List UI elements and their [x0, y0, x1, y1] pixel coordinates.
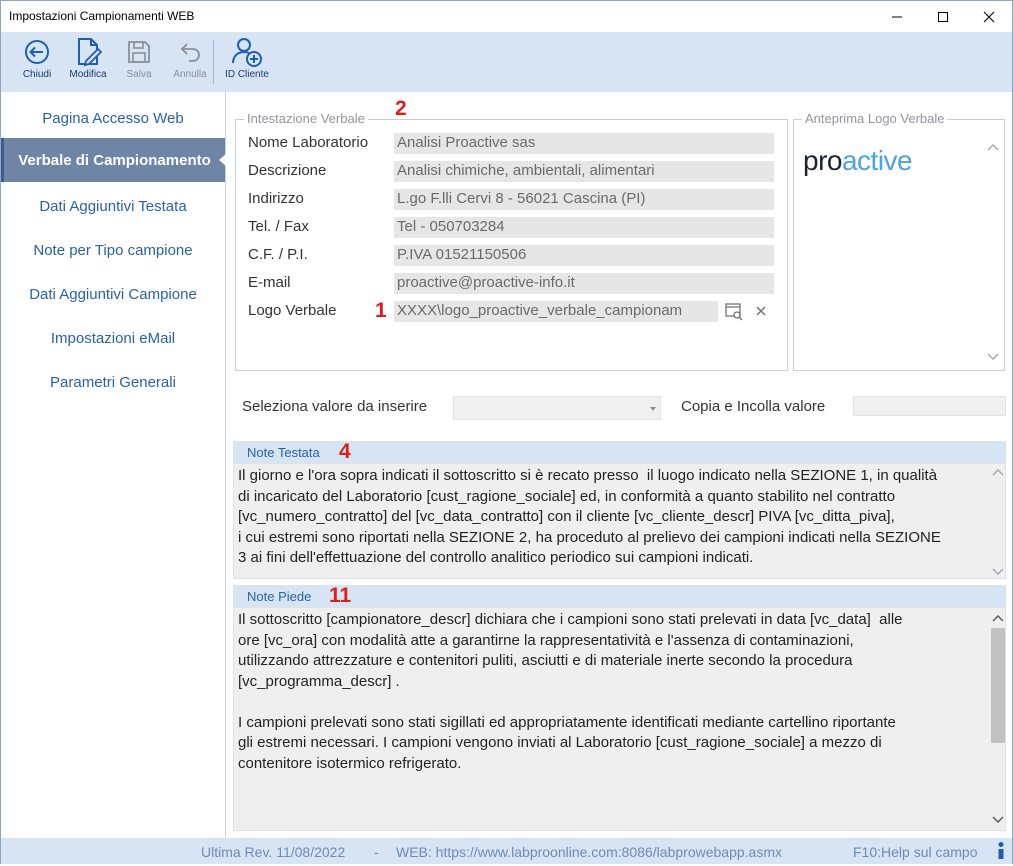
note-testata-textarea[interactable]: Il giorno e l'ora sopra indicati il sott… — [233, 463, 1006, 579]
save-disk-icon — [126, 36, 152, 68]
chiudi-label: Chiudi — [22, 69, 52, 80]
sidebar-item-note-per-tipo-campione[interactable]: Note per Tipo campione — [1, 228, 225, 272]
sidebar-item-label: Pagina Accesso Web — [42, 109, 184, 127]
title-bar: Impostazioni Campionamenti WEB — [1, 1, 1012, 32]
descrizione-label: Descrizione — [248, 162, 327, 179]
undo-arrow-icon — [177, 36, 203, 68]
salva-button[interactable]: Salva — [119, 36, 159, 86]
toolbar-separator — [213, 40, 214, 84]
annotation-badge-1: 1 — [375, 299, 387, 322]
sidebar-item-dati-aggiuntivi-testata[interactable]: Dati Aggiuntivi Testata — [1, 184, 225, 228]
email-label: E-mail — [248, 274, 291, 291]
anteprima-logo-title: Anteprima Logo Verbale — [802, 111, 948, 126]
arrow-left-circle-icon — [23, 36, 51, 68]
minimize-icon — [892, 16, 902, 17]
seleziona-valore-select[interactable] — [453, 396, 661, 420]
minimize-button[interactable] — [874, 1, 920, 32]
scroll-up-icon[interactable] — [992, 614, 1004, 622]
annotation-badge-2: 2 — [395, 97, 407, 120]
scroll-down-icon[interactable] — [987, 353, 999, 361]
descrizione-field[interactable]: Analisi chimiche, ambientali, alimentari — [394, 161, 774, 182]
note-testata-title: Note Testata — [247, 445, 320, 460]
status-bar: Ultima Rev. 11/08/2022 - WEB: https://ww… — [1, 838, 1012, 864]
sidebar-item-dati-aggiuntivi-campione[interactable]: Dati Aggiuntivi Campione — [1, 272, 225, 316]
sidebar-item-label: Verbale di Campionamento — [18, 151, 211, 169]
copia-incolla-label: Copia e Incolla valore — [681, 398, 826, 415]
browse-file-icon[interactable] — [724, 301, 744, 321]
window-title: Impostazioni Campionamenti WEB — [9, 9, 195, 23]
copia-incolla-field[interactable] — [853, 396, 1006, 416]
tel-fax-label: Tel. / Fax — [248, 218, 309, 235]
sidebar-item-label: Note per Tipo campione — [33, 241, 193, 259]
add-user-icon — [231, 36, 263, 68]
tel-fax-field[interactable]: Tel - 050703284 — [394, 217, 774, 238]
indirizzo-label: Indirizzo — [248, 190, 304, 207]
scroll-down-icon[interactable] — [992, 816, 1004, 824]
close-window-button[interactable] — [966, 1, 1012, 32]
maximize-button[interactable] — [920, 1, 966, 32]
salva-label: Salva — [126, 69, 152, 80]
modifica-button[interactable]: Modifica — [63, 36, 113, 86]
scroll-up-icon[interactable] — [987, 143, 999, 151]
sidebar-item-label: Impostazioni eMail — [50, 329, 176, 347]
toolbar: Chiudi Modifica Salva Annulla ID Cliente — [1, 32, 1012, 92]
sidebar-item-pagina-accesso-web[interactable]: Pagina Accesso Web — [1, 96, 225, 140]
sidebar-item-verbale-di-campionamento[interactable]: Verbale di Campionamento — [1, 138, 226, 182]
email-field[interactable]: proactive@proactive-info.it — [394, 273, 774, 294]
note-piede-scrollbar[interactable] — [990, 612, 1006, 826]
info-icon[interactable] — [994, 841, 1008, 861]
active-indicator-icon — [219, 154, 226, 166]
sidebar: Pagina Accesso Web Verbale di Campioname… — [1, 92, 226, 838]
logo-text-dark: pro — [803, 145, 842, 176]
edit-document-icon — [74, 36, 102, 68]
seleziona-valore-label: Seleziona valore da inserire — [242, 398, 428, 415]
nome-laboratorio-field[interactable]: Analisi Proactive sas — [394, 133, 774, 154]
scroll-down-icon[interactable] — [992, 568, 1004, 576]
cf-pi-label: C.F. / P.I. — [248, 246, 308, 263]
web-url-text: WEB: https://www.labproonline.com:8086/l… — [396, 844, 782, 860]
note-piede-title: Note Piede — [247, 589, 312, 604]
indirizzo-field[interactable]: L.go F.lli Cervi 8 - 56021 Cascina (PI) — [394, 189, 774, 210]
note-piede-textarea[interactable]: Il sottoscritto [campionatore_descr] dic… — [233, 607, 1006, 831]
scroll-up-icon[interactable] — [992, 468, 1004, 476]
status-separator: - — [374, 844, 379, 860]
close-icon — [983, 11, 995, 22]
sidebar-item-label: Dati Aggiuntivi Testata — [39, 197, 187, 215]
id-cliente-label: ID Cliente — [225, 69, 269, 80]
cf-pi-field[interactable]: P.IVA 01521150506 — [394, 245, 774, 266]
chiudi-button[interactable]: Chiudi — [15, 36, 59, 86]
logo-verbale-label: Logo Verbale — [248, 302, 337, 319]
sidebar-item-label: Dati Aggiuntivi Campione — [29, 285, 197, 303]
note-testata-text: Il giorno e l'ora sopra indicati il sott… — [238, 467, 941, 566]
note-piede-text: Il sottoscritto [campionatore_descr] dic… — [238, 611, 903, 772]
logo-preview-scrollbar[interactable] — [986, 143, 1000, 361]
app-window: Impostazioni Campionamenti WEB Chiudi Mo… — [0, 0, 1013, 864]
logo-verbale-path-field[interactable]: XXXX\logo_proactive_verbale_campionam — [394, 301, 718, 322]
nome-laboratorio-label: Nome Laboratorio — [248, 134, 369, 151]
annulla-label: Annulla — [173, 69, 207, 80]
revision-text: Ultima Rev. 11/08/2022 — [201, 844, 346, 860]
clear-logo-icon[interactable] — [753, 303, 769, 319]
annotation-badge-11: 11 — [329, 584, 352, 607]
annulla-button[interactable]: Annulla — [167, 36, 213, 86]
scroll-thumb[interactable] — [991, 628, 1005, 743]
chevron-down-icon — [650, 407, 656, 411]
proactive-logo: proactive — [803, 145, 913, 177]
sidebar-item-parametri-generali[interactable]: Parametri Generali — [1, 360, 225, 404]
modifica-label: Modifica — [69, 69, 107, 80]
sidebar-item-impostazioni-email[interactable]: Impostazioni eMail — [1, 316, 225, 360]
logo-preview: proactive — [799, 129, 1004, 369]
maximize-icon — [938, 11, 948, 22]
note-testata-scrollbar[interactable] — [991, 468, 1005, 576]
sidebar-item-label: Parametri Generali — [50, 373, 176, 391]
logo-text-light: active — [841, 145, 913, 176]
id-cliente-button[interactable]: ID Cliente — [219, 36, 275, 86]
annotation-badge-4: 4 — [339, 440, 351, 463]
help-text: F10:Help sul campo — [853, 844, 978, 860]
intestazione-verbale-title: Intestazione Verbale — [244, 111, 368, 126]
